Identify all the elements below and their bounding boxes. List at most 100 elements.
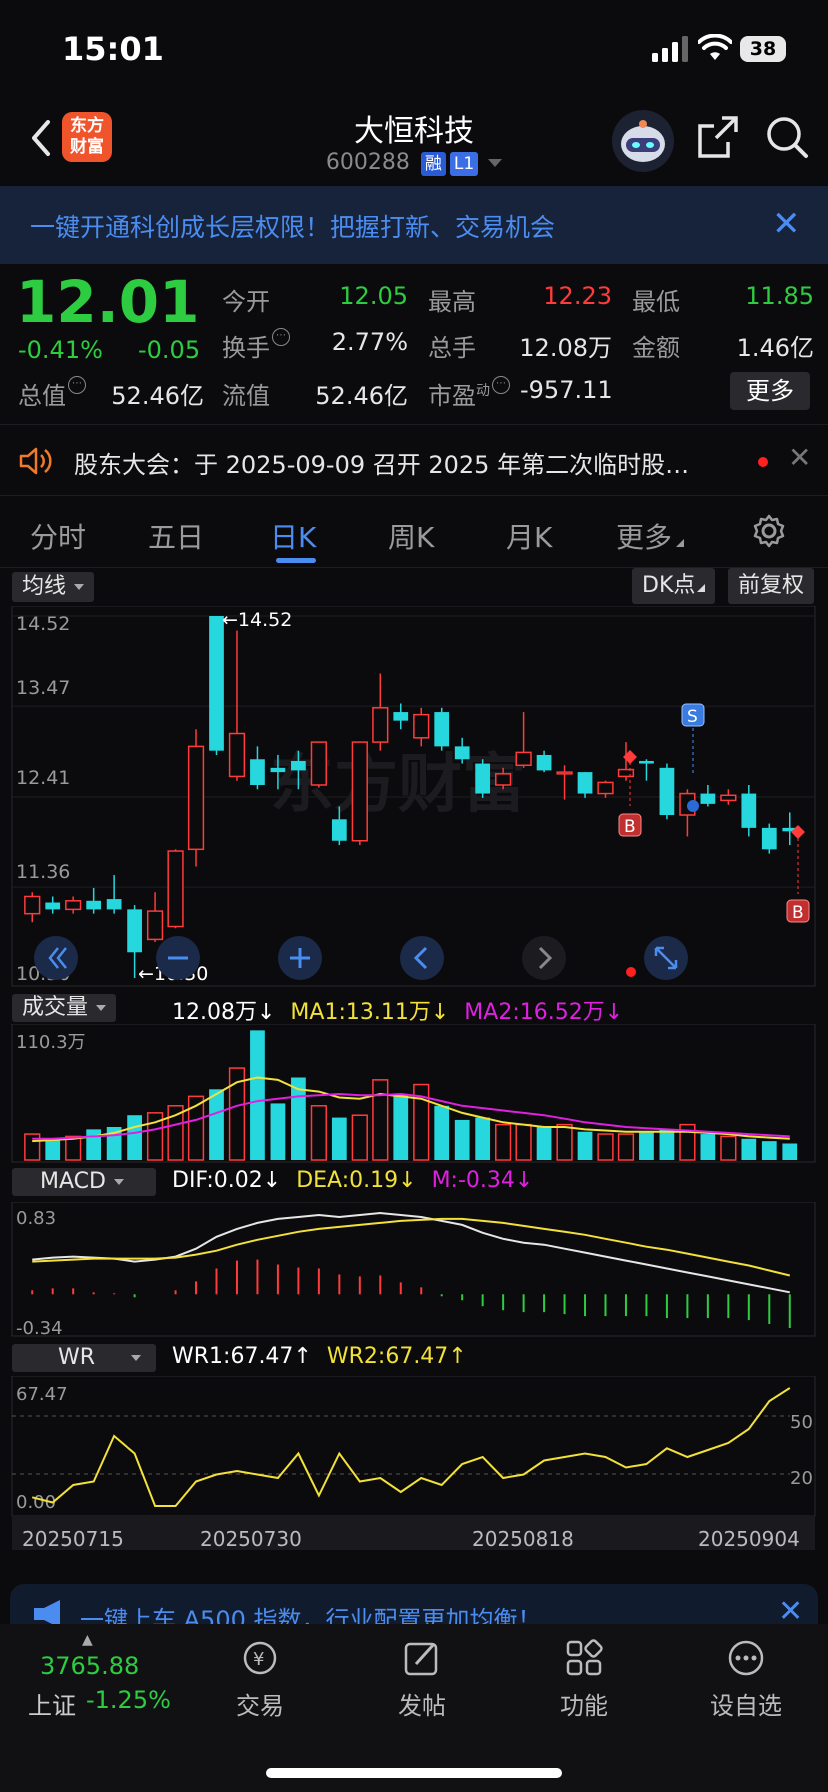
- macd-min-label: -0.34: [16, 1318, 63, 1338]
- candlestick-chart[interactable]: 东方财富 14.52 13.47 12.41 11.36 10.30 ←14.5…: [0, 606, 828, 988]
- buy-signal[interactable]: B: [618, 750, 642, 837]
- level-tag: L1: [449, 152, 479, 176]
- tab-more[interactable]: 更多: [616, 516, 685, 556]
- announcement-text[interactable]: 股东大会：于 2025-09-09 召开 2025 年第二次临时股…: [74, 445, 714, 480]
- info-icon[interactable]: ⋯: [68, 376, 86, 394]
- high-value: 12.23: [543, 282, 612, 310]
- tab-monthly-k[interactable]: 月K: [506, 516, 552, 556]
- volume-bar: [270, 1103, 286, 1160]
- pe-label[interactable]: 市盈动 ⋯: [428, 376, 510, 411]
- chevron-down-icon: [113, 1179, 124, 1185]
- more-button[interactable]: 更多: [730, 372, 810, 410]
- volume-bar: [639, 1131, 654, 1160]
- more-dots-icon: [728, 1640, 764, 1676]
- macd-indicator-selector[interactable]: MACD: [12, 1168, 156, 1196]
- tab-intraday[interactable]: 分时: [30, 516, 86, 556]
- volume-value: 12.08万: [519, 334, 612, 362]
- tab-functions[interactable]: 功能: [524, 1638, 644, 1721]
- home-indicator[interactable]: [266, 1768, 562, 1778]
- turnover-value: 2.77%: [331, 328, 408, 356]
- candle: [700, 784, 716, 807]
- close-icon[interactable]: ✕: [772, 204, 801, 244]
- scroll-left-button[interactable]: [400, 936, 444, 980]
- volume-bar: [86, 1129, 102, 1160]
- candle: [167, 849, 184, 929]
- status-bar: 15:01 38: [0, 0, 828, 96]
- period-tabs: 分时 五日 日K 周K 月K 更多: [0, 500, 828, 568]
- volume-bar: [127, 1115, 142, 1160]
- amount-label: 金额: [632, 334, 680, 362]
- volume-max-label: 110.3万: [16, 1032, 86, 1053]
- wifi-icon: [698, 34, 732, 60]
- stock-header: 东方财富 大恒科技 600288 融 L1: [0, 96, 828, 186]
- volume-readout: 12.08万↓ MA1:13.11万↓ MA2:16.52万↓: [172, 1000, 624, 1025]
- volume-bar: [577, 1131, 593, 1160]
- candle: [536, 750, 552, 773]
- tab-trade[interactable]: ¥ 交易: [200, 1638, 320, 1721]
- high-label: 最高: [428, 288, 476, 316]
- speaker-icon: [19, 447, 52, 475]
- share-icon[interactable]: [696, 114, 740, 160]
- candle: [209, 616, 224, 755]
- zoom-in-button[interactable]: [278, 936, 322, 980]
- ma-selector[interactable]: 均线: [12, 572, 95, 602]
- volume-bar: [331, 1117, 347, 1160]
- wr-chart[interactable]: 67.47 0.00 50 20 20250715 20250730 20250…: [0, 1376, 828, 1554]
- info-icon[interactable]: ⋯: [272, 328, 290, 346]
- svg-text:B: B: [624, 817, 636, 837]
- tab-daily-k[interactable]: 日K: [270, 516, 316, 556]
- tab-post[interactable]: 发帖: [362, 1638, 482, 1721]
- trade-icon: ¥: [243, 1641, 277, 1675]
- dif-line: [32, 1211, 790, 1294]
- amount-value: 1.46亿: [736, 334, 814, 362]
- wr-ref-label-low: 20: [790, 1468, 813, 1489]
- edit-icon: [404, 1642, 438, 1676]
- turnover-label[interactable]: 换手 ⋯: [222, 328, 290, 363]
- candle: [372, 673, 389, 751]
- volume-bar: [310, 1105, 327, 1161]
- margin-tag: 融: [420, 152, 446, 176]
- volume-bar: [741, 1138, 757, 1160]
- promo-banner[interactable]: 一键开通科创成长层权限！把握打新、交易机会 ✕: [0, 186, 828, 264]
- market-cap-label[interactable]: 总值 ⋯: [18, 376, 86, 411]
- wr-ref-label-high: 50: [790, 1412, 813, 1433]
- candle: [187, 729, 205, 867]
- tab-weekly-k[interactable]: 周K: [388, 516, 434, 556]
- candle: [515, 712, 532, 768]
- candle: [413, 707, 430, 747]
- zoom-out-button[interactable]: [156, 936, 200, 980]
- scroll-right-button[interactable]: [522, 936, 566, 980]
- volume-bar: [515, 1123, 532, 1161]
- volume-chart[interactable]: 110.3万: [0, 1024, 828, 1164]
- volume-indicator-selector[interactable]: 成交量: [12, 994, 117, 1022]
- volume-label: 总手: [428, 334, 476, 362]
- robot-assistant-icon[interactable]: [612, 110, 674, 172]
- change-percent: -0.41%: [18, 336, 103, 364]
- corner-caret-icon: [676, 539, 685, 547]
- close-icon[interactable]: ✕: [788, 441, 811, 474]
- promo-banner-text[interactable]: 一键开通科创成长层权限！把握打新、交易机会: [30, 208, 555, 244]
- adjust-toggle[interactable]: 前复权: [728, 568, 815, 604]
- x-date-label: 20250818: [472, 1527, 574, 1551]
- announcement-bar[interactable]: 股东大会：于 2025-09-09 召开 2025 年第二次临时股… ✕: [0, 424, 828, 496]
- info-icon[interactable]: ⋯: [492, 376, 510, 394]
- volume-bar: [659, 1129, 675, 1160]
- active-tab-indicator: [276, 558, 316, 563]
- tab-add-watchlist[interactable]: 设自选: [686, 1638, 806, 1721]
- scroll-left-fast-button[interactable]: [34, 936, 78, 980]
- chevron-down-icon: [131, 1355, 142, 1361]
- fullscreen-button[interactable]: [644, 936, 688, 980]
- float-cap-value: 52.46亿: [315, 382, 408, 410]
- battery-indicator: 38: [740, 36, 786, 62]
- dk-point-toggle[interactable]: DK点: [632, 568, 716, 604]
- candle: [679, 789, 696, 837]
- gear-icon[interactable]: [752, 514, 786, 548]
- y-axis-label: 14.52: [16, 613, 70, 635]
- wr-indicator-selector[interactable]: WR: [12, 1344, 156, 1372]
- candle: [597, 780, 614, 798]
- search-icon[interactable]: [764, 114, 810, 160]
- candle: [65, 896, 82, 914]
- tab-five-day[interactable]: 五日: [148, 516, 204, 556]
- candle: [761, 823, 777, 854]
- macd-chart[interactable]: 0.83 -0.34: [0, 1202, 828, 1338]
